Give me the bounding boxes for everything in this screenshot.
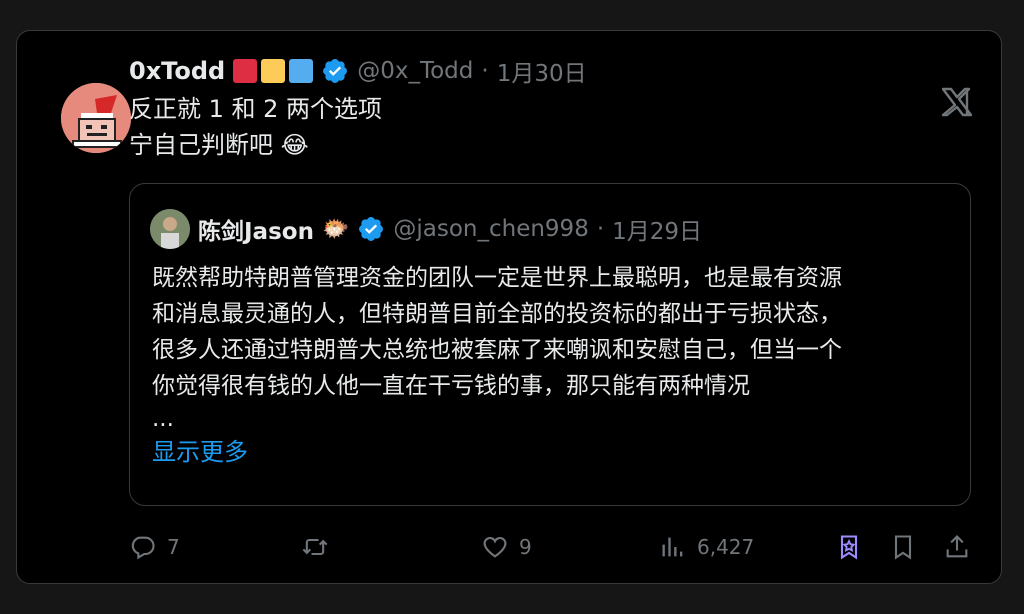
bookmark-button[interactable] bbox=[889, 529, 917, 565]
date-separator: · bbox=[481, 58, 489, 84]
show-more-link[interactable]: 显示更多 bbox=[152, 434, 842, 470]
quoted-author-avatar[interactable] bbox=[150, 209, 190, 249]
yellow-square-icon bbox=[261, 59, 286, 83]
retweet-icon bbox=[302, 538, 328, 556]
x-logo-icon[interactable] bbox=[941, 87, 973, 117]
quoted-tweet[interactable]: 陈剑Jason 🐡 @jason_chen998 · 1月29日 既然帮助特朗普… bbox=[129, 183, 971, 506]
avatar-pixel-art-icon bbox=[61, 83, 131, 153]
tweet-date[interactable]: 1月30日 bbox=[497, 54, 587, 88]
reply-icon bbox=[131, 536, 155, 560]
like-icon bbox=[483, 536, 507, 558]
grok-button[interactable] bbox=[835, 529, 863, 565]
share-button[interactable] bbox=[943, 529, 971, 565]
quoted-tweet-text: 既然帮助特朗普管理资金的团队一定是世界上最聪明，也是最有资源 和消息最灵通的人，… bbox=[152, 260, 842, 470]
action-bar: 7 9 6,427 bbox=[129, 529, 971, 565]
red-square-icon bbox=[233, 59, 258, 83]
date-separator: · bbox=[596, 216, 605, 242]
avatar-photo-icon bbox=[150, 209, 190, 249]
author-avatar[interactable] bbox=[61, 83, 131, 153]
author-name[interactable]: 0xTodd bbox=[129, 57, 225, 85]
bookmark-icon bbox=[894, 535, 912, 560]
quoted-line: 既然帮助特朗普管理资金的团队一定是世界上最聪明，也是最有资源 bbox=[152, 265, 842, 291]
views-icon bbox=[662, 537, 683, 557]
retweet-button[interactable] bbox=[301, 529, 339, 565]
tweet-card[interactable]: 0xTodd @0x_Todd · 1月30日 反正就 1 和 2 两个选项 宁… bbox=[16, 30, 1002, 584]
share-icon bbox=[946, 535, 968, 558]
tweet-line: 宁自己判断吧 😂 bbox=[129, 131, 309, 159]
quoted-author-handle[interactable]: @jason_chen998 bbox=[393, 216, 588, 242]
like-button[interactable]: 9 bbox=[481, 529, 532, 565]
blue-square-icon bbox=[289, 59, 314, 83]
verified-icon[interactable] bbox=[321, 57, 349, 85]
pufferfish-emoji: 🐡 bbox=[321, 216, 350, 242]
tweet-text: 反正就 1 和 2 两个选项 宁自己判断吧 😂 bbox=[129, 91, 382, 163]
quoted-line: 你觉得很有钱的人他一直在干亏钱的事，那只能有两种情况 bbox=[152, 373, 750, 399]
verified-icon[interactable] bbox=[357, 215, 385, 243]
tweet-line: 反正就 1 和 2 两个选项 bbox=[129, 95, 383, 123]
quoted-tweet-date[interactable]: 1月29日 bbox=[612, 212, 702, 246]
quoted-line: 很多人还通过特朗普大总统也被套麻了来嘲讽和安慰自己，但当一个 bbox=[152, 337, 842, 363]
views-count: 6,427 bbox=[697, 535, 755, 559]
reply-button[interactable]: 7 bbox=[129, 529, 180, 565]
grok-icon bbox=[840, 535, 858, 560]
quoted-line: 和消息最灵通的人，但特朗普目前全部的投资标的都出于亏损状态， bbox=[152, 301, 842, 327]
reply-count: 7 bbox=[167, 535, 180, 559]
quoted-author-name[interactable]: 陈剑Jason bbox=[198, 212, 314, 246]
views-button[interactable]: 6,427 bbox=[659, 529, 754, 565]
author-handle[interactable]: @0x_Todd bbox=[357, 58, 473, 84]
quoted-line-ellipsis: ... bbox=[152, 406, 174, 432]
like-count: 9 bbox=[519, 535, 532, 559]
